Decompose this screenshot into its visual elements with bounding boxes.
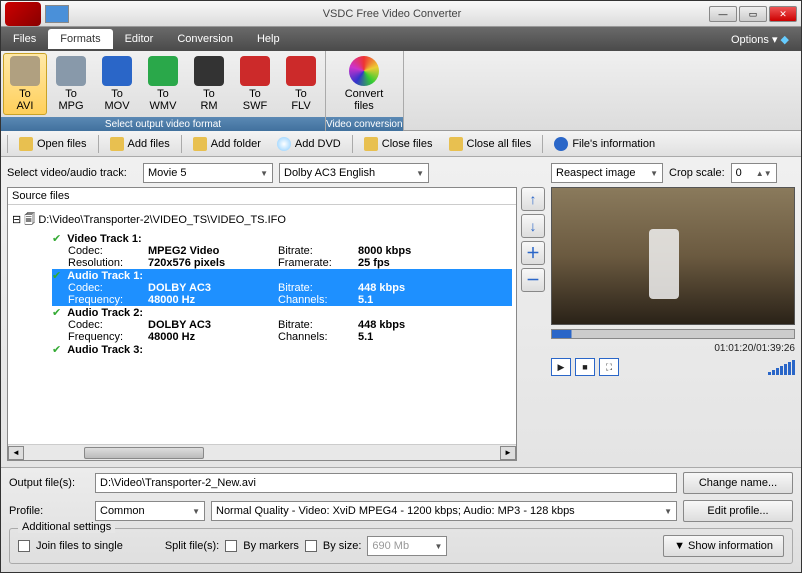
audio-track-combo[interactable]: Dolby AC3 English▼ <box>279 163 429 183</box>
by-size-checkbox[interactable] <box>305 540 317 552</box>
track-item[interactable]: ✔Audio Track 2:Codec:DOLBY AC3Bitrate:44… <box>52 306 512 343</box>
join-files-checkbox[interactable] <box>18 540 30 552</box>
output-path-field[interactable]: D:\Video\Transporter-2_New.avi <box>95 473 677 493</box>
folder-close-all-icon <box>449 137 463 151</box>
close-all-files-button[interactable]: Close all files <box>442 134 539 154</box>
close-button[interactable]: ✕ <box>769 6 797 22</box>
format-mov-button[interactable]: To MOV <box>95 53 139 115</box>
titlebar: VSDC Free Video Converter — ▭ ✕ <box>1 1 801 27</box>
tab-editor[interactable]: Editor <box>113 29 166 49</box>
add-folder-button[interactable]: Add folder <box>186 134 268 154</box>
additional-settings-group: Additional settings Join files to single… <box>9 528 793 564</box>
ribbon-group-label-formats: Select output video format <box>1 117 325 132</box>
format-rm-button[interactable]: To RM <box>187 53 231 115</box>
change-name-button[interactable]: Change name... <box>683 472 793 494</box>
format-flv-button[interactable]: To FLV <box>279 53 323 115</box>
ribbon: To AVITo MPGTo MOVTo WMVTo RMTo SWFTo FL… <box>1 51 801 131</box>
format-flv-icon <box>286 56 316 86</box>
format-mpg-button[interactable]: To MPG <box>49 53 93 115</box>
format-avi-icon <box>10 56 40 86</box>
add-files-button[interactable]: Add files <box>103 134 177 154</box>
tab-help[interactable]: Help <box>245 29 292 49</box>
format-rm-icon <box>194 56 224 86</box>
edit-profile-button[interactable]: Edit profile... <box>683 500 793 522</box>
window-title: VSDC Free Video Converter <box>75 8 709 20</box>
reaspect-combo[interactable]: Reaspect image▼ <box>551 163 663 183</box>
folder-icon <box>193 137 207 151</box>
split-files-label: Split file(s): <box>165 540 219 552</box>
add-dvd-button[interactable]: Add DVD <box>270 134 348 154</box>
source-file-path[interactable]: ⊟ 🗐 D:\Video\Transporter-2\VIDEO_TS\VIDE… <box>12 209 512 232</box>
open-files-button[interactable]: Open files <box>12 134 94 154</box>
source-files-header: Source files <box>8 188 516 205</box>
format-wmv-icon <box>148 56 178 86</box>
format-mpg-icon <box>56 56 86 86</box>
info-icon <box>554 137 568 151</box>
format-avi-button[interactable]: To AVI <box>3 53 47 115</box>
maximize-button[interactable]: ▭ <box>739 6 767 22</box>
convert-files-button[interactable]: Convert files <box>328 53 400 115</box>
toolbar: Open files Add files Add folder Add DVD … <box>1 131 801 157</box>
close-files-button[interactable]: Close files <box>357 134 440 154</box>
folder-add-icon <box>110 137 124 151</box>
tab-files[interactable]: Files <box>1 29 48 49</box>
tab-conversion[interactable]: Conversion <box>165 29 245 49</box>
app-icon <box>5 2 41 26</box>
remove-track-button[interactable]: － <box>521 268 545 292</box>
format-swf-button[interactable]: To SWF <box>233 53 277 115</box>
by-size-label: By size: <box>323 540 362 552</box>
by-markers-checkbox[interactable] <box>225 540 237 552</box>
folder-open-icon <box>19 137 33 151</box>
move-down-button[interactable]: ↓ <box>521 214 545 238</box>
move-up-button[interactable]: ↑ <box>521 187 545 211</box>
dvd-icon <box>277 137 291 151</box>
format-wmv-button[interactable]: To WMV <box>141 53 185 115</box>
menubar: Files Formats Editor Conversion Help Opt… <box>1 27 801 51</box>
convert-icon <box>349 56 379 86</box>
track-item[interactable]: ✔Audio Track 3: <box>52 343 512 356</box>
seek-bar[interactable] <box>551 329 795 339</box>
track-item[interactable]: ✔Video Track 1:Codec:MPEG2 VideoBitrate:… <box>52 232 512 269</box>
join-files-label: Join files to single <box>36 540 123 552</box>
fullscreen-button[interactable]: ⛶ <box>599 358 619 376</box>
video-preview <box>551 187 795 325</box>
horizontal-scrollbar[interactable]: ◄► <box>8 444 516 460</box>
ribbon-group-label-convert: Video conversion <box>326 117 403 132</box>
time-display: 01:01:20/01:39:26 <box>551 343 795 354</box>
select-track-label: Select video/audio track: <box>7 167 137 179</box>
profile-common-combo[interactable]: Common▼ <box>95 501 205 521</box>
by-markers-label: By markers <box>243 540 299 552</box>
options-menu[interactable]: Options ▾ ◆ <box>719 29 801 50</box>
stop-button[interactable]: ■ <box>575 358 595 376</box>
format-swf-icon <box>240 56 270 86</box>
folder-close-icon <box>364 137 378 151</box>
output-files-label: Output file(s): <box>9 477 89 489</box>
play-button[interactable]: ▶ <box>551 358 571 376</box>
additional-settings-legend: Additional settings <box>18 521 115 533</box>
profile-label: Profile: <box>9 505 89 517</box>
movie-combo[interactable]: Movie 5▼ <box>143 163 273 183</box>
app-window: VSDC Free Video Converter — ▭ ✕ Files Fo… <box>0 0 802 573</box>
source-files-tree[interactable]: ⊟ 🗐 D:\Video\Transporter-2\VIDEO_TS\VIDE… <box>8 205 516 444</box>
add-track-button[interactable]: ＋ <box>521 241 545 265</box>
crop-scale-label: Crop scale: <box>669 167 725 179</box>
file-information-button[interactable]: File's information <box>547 134 662 154</box>
profile-quality-combo[interactable]: Normal Quality - Video: XviD MPEG4 - 120… <box>211 501 677 521</box>
volume-indicator[interactable] <box>768 360 795 375</box>
tab-formats[interactable]: Formats <box>48 29 112 49</box>
crop-scale-spinner[interactable]: 0▲▼ <box>731 163 777 183</box>
source-files-box: Source files ⊟ 🗐 D:\Video\Transporter-2\… <box>7 187 517 461</box>
track-item[interactable]: ✔Audio Track 1:Codec:DOLBY AC3Bitrate:44… <box>52 269 512 306</box>
split-size-combo[interactable]: 690 Mb▼ <box>367 536 447 556</box>
quick-access-dropdown[interactable] <box>45 5 69 23</box>
show-information-button[interactable]: ▼ Show information <box>663 535 784 557</box>
format-mov-icon <box>102 56 132 86</box>
minimize-button[interactable]: — <box>709 6 737 22</box>
